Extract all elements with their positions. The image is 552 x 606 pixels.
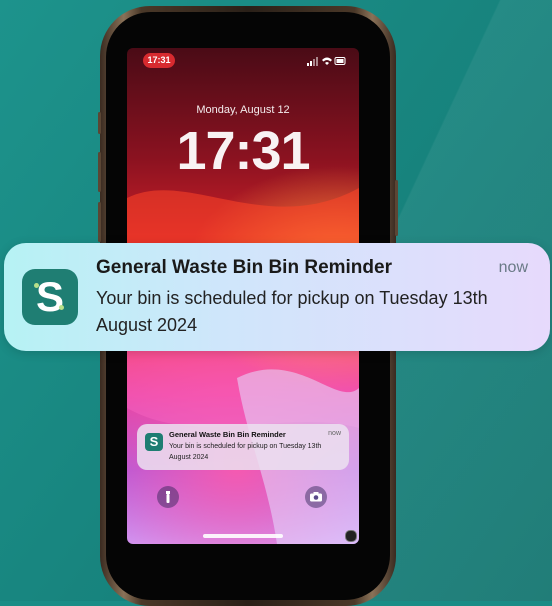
app-icon: S [145, 433, 163, 451]
camera-icon [310, 492, 322, 502]
notification-title: General Waste Bin Bin Reminder [169, 430, 286, 439]
phone-action-button [98, 112, 101, 134]
notification-time: now [328, 430, 341, 437]
notification-body: Your bin is scheduled for pickup on Tues… [169, 443, 322, 461]
status-bar-time: 17:31 [143, 53, 175, 68]
lock-notification[interactable]: S General Waste Bin Bin Reminder now You… [137, 424, 349, 470]
app-icon-dot [34, 283, 39, 288]
lock-clock: 17:31 [176, 121, 310, 181]
assistive-dot [345, 530, 357, 542]
camera-button[interactable] [305, 486, 327, 508]
app-icon: S [22, 269, 78, 325]
flashlight-icon [166, 491, 170, 503]
home-indicator[interactable] [203, 534, 283, 538]
phone-volume-down-button [98, 202, 101, 242]
notification-banner[interactable]: S General Waste Bin Bin Reminder now You… [4, 243, 550, 351]
notification-title: General Waste Bin Bin Reminder [96, 257, 392, 278]
app-icon-dot [59, 305, 64, 310]
flashlight-button[interactable] [157, 486, 179, 508]
app-icon-letter: S [35, 273, 64, 320]
notification-time: now [498, 259, 528, 276]
phone-volume-up-button [98, 152, 101, 192]
phone-side-button [395, 180, 398, 236]
signal-icon [307, 57, 318, 66]
wifi-icon [322, 57, 332, 65]
notification-body: Your bin is scheduled for pickup on Tues… [96, 288, 488, 335]
lock-date: Monday, August 12 [196, 104, 290, 116]
status-icons [307, 57, 346, 66]
